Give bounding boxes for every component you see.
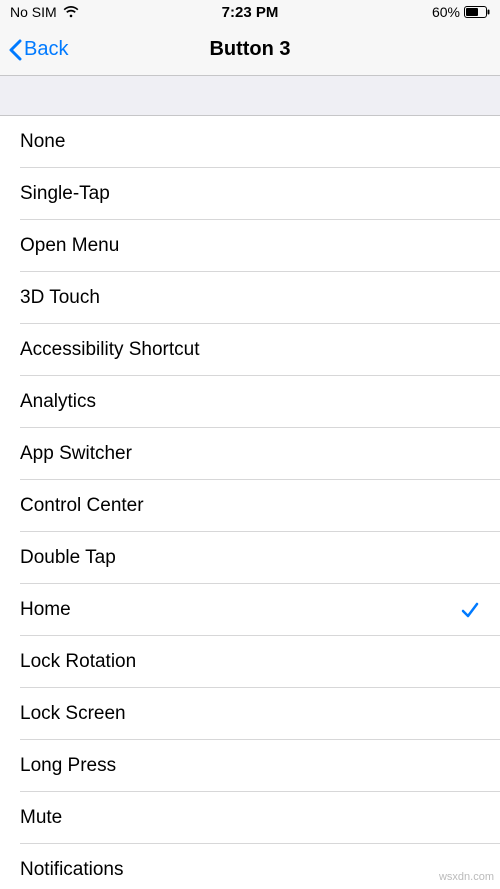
list-item-label: Long Press xyxy=(20,755,480,777)
list-item[interactable]: App Switcher xyxy=(0,428,500,480)
battery-percent-text: 60% xyxy=(432,4,460,20)
battery-icon xyxy=(464,6,490,18)
list-item-label: Control Center xyxy=(20,495,480,517)
list-item[interactable]: Lock Screen xyxy=(0,688,500,740)
list-item[interactable]: Single-Tap xyxy=(0,168,500,220)
list-item-label: 3D Touch xyxy=(20,287,480,309)
list-item[interactable]: 3D Touch xyxy=(0,272,500,324)
list-item-label: App Switcher xyxy=(20,443,480,465)
list-item-label: Mute xyxy=(20,807,480,829)
status-right: 60% xyxy=(432,4,490,20)
carrier-text: No SIM xyxy=(10,4,57,20)
list-item[interactable]: Control Center xyxy=(0,480,500,532)
status-bar: No SIM 7:23 PM 60% xyxy=(0,0,500,24)
list-item-label: Notifications xyxy=(20,859,480,881)
list-item-label: Double Tap xyxy=(20,547,480,569)
checkmark-icon xyxy=(460,600,480,620)
list-item[interactable]: Lock Rotation xyxy=(0,636,500,688)
group-gap xyxy=(0,76,500,116)
list-item-label: Home xyxy=(20,599,460,621)
chevron-left-icon xyxy=(8,39,22,61)
list-item[interactable]: Analytics xyxy=(0,376,500,428)
list-item[interactable]: Open Menu xyxy=(0,220,500,272)
list-item[interactable]: Notifications xyxy=(0,844,500,889)
list-item[interactable]: Long Press xyxy=(0,740,500,792)
list-item[interactable]: Accessibility Shortcut xyxy=(0,324,500,376)
list-item-label: Lock Screen xyxy=(20,703,480,725)
option-list[interactable]: None Single-Tap Open Menu 3D Touch Accessibi… xyxy=(0,116,500,889)
list-item-label: Lock Rotation xyxy=(20,651,480,673)
list-item[interactable]: None xyxy=(0,116,500,168)
list-item[interactable]: Home xyxy=(0,584,500,636)
screen: No SIM 7:23 PM 60% Back Button 3 None Sin… xyxy=(0,0,500,889)
list-item[interactable]: Mute xyxy=(0,792,500,844)
list-item-label: None xyxy=(20,131,480,153)
list-item-label: Open Menu xyxy=(20,235,480,257)
nav-bar: Back Button 3 xyxy=(0,24,500,76)
back-button[interactable]: Back xyxy=(8,38,68,61)
back-label: Back xyxy=(24,38,68,61)
list-item-label: Accessibility Shortcut xyxy=(20,339,480,361)
wifi-icon xyxy=(63,6,79,18)
status-left: No SIM xyxy=(10,4,79,20)
list-item-label: Single-Tap xyxy=(20,183,480,205)
nav-title: Button 3 xyxy=(0,38,500,61)
list-item[interactable]: Double Tap xyxy=(0,532,500,584)
list-item-label: Analytics xyxy=(20,391,480,413)
